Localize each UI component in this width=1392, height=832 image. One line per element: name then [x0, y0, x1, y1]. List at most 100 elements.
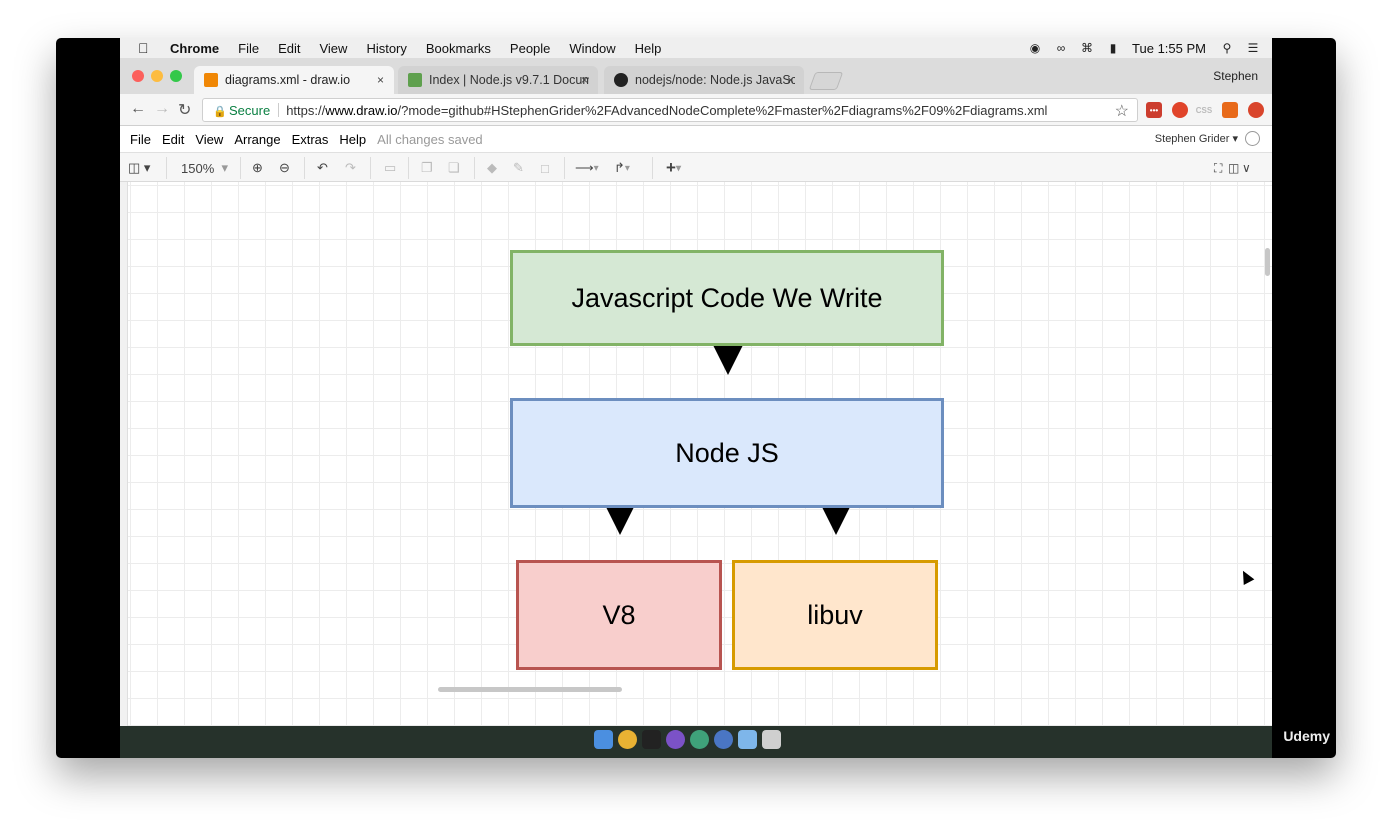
url-text[interactable]: https://www.draw.io/?mode=github#HStephe…	[286, 103, 1047, 118]
zoom-in-icon[interactable]: ⊕	[252, 159, 263, 177]
user-name: Stephen Grider	[1154, 133, 1230, 145]
menu-window[interactable]: Window	[569, 41, 615, 56]
language-globe-icon[interactable]	[1245, 131, 1260, 146]
shadow-icon[interactable]: □	[541, 159, 549, 177]
glasses-icon[interactable]: ∞	[1054, 41, 1068, 55]
node-label: V8	[602, 599, 636, 630]
github-favicon-icon	[614, 73, 628, 87]
diagram-canvas[interactable]: Javascript Code We Write Node JS V8 libu…	[120, 182, 1272, 726]
forward-icon[interactable]: →	[154, 100, 170, 118]
node-nodejs[interactable]: Node JS	[510, 398, 944, 508]
undo-icon[interactable]: ↶	[317, 159, 328, 177]
drawio-menu-help[interactable]: Help	[339, 132, 366, 147]
new-tab-button[interactable]	[808, 72, 844, 90]
node-v8[interactable]: V8	[516, 560, 722, 670]
chevron-down-icon: ▾	[221, 160, 229, 175]
node-label: Javascript Code We Write	[571, 282, 883, 313]
menu-history[interactable]: History	[366, 41, 406, 56]
fullscreen-icon[interactable]: ⛶	[1214, 159, 1222, 177]
wifi-icon[interactable]: ⌘	[1080, 41, 1094, 55]
spotlight-icon[interactable]: ⚲	[1220, 41, 1234, 55]
url-host: www.draw.io	[325, 102, 398, 118]
node-libuv[interactable]: libuv	[732, 560, 938, 670]
node-javascript-code[interactable]: Javascript Code We Write	[510, 250, 944, 346]
toolbar-divider	[474, 157, 475, 179]
split-panel-icon[interactable]: ◫	[1228, 159, 1239, 177]
insert-icon[interactable]: + ▾	[666, 158, 681, 177]
menu-people[interactable]: People	[510, 41, 550, 56]
drawio-menu-arrange[interactable]: Arrange	[234, 132, 280, 147]
collapse-icon[interactable]: ∨	[1242, 159, 1251, 177]
app-icon[interactable]	[690, 730, 709, 749]
save-status: All changes saved	[377, 131, 483, 147]
close-window-button[interactable]	[132, 70, 144, 82]
ublock-icon[interactable]	[1248, 102, 1264, 118]
vertical-scrollbar[interactable]	[1265, 248, 1270, 276]
secure-label: Secure	[229, 102, 271, 118]
connection-icon[interactable]: ⟶ ▾	[575, 159, 599, 177]
to-front-icon[interactable]: ❐	[421, 159, 433, 177]
zoom-select[interactable]: 150% ▾	[181, 159, 228, 177]
drawio-menu-file[interactable]: File	[130, 132, 151, 147]
drawio-menu-extras[interactable]: Extras	[292, 132, 329, 147]
tab-title: nodejs/node: Node.js JavaScri	[635, 73, 795, 87]
profile-name[interactable]: Stephen	[1213, 69, 1258, 83]
nodejs-favicon-icon	[408, 73, 422, 87]
format-panel-icon[interactable]: ◫ ▾	[128, 159, 150, 177]
apple-icon[interactable]: 	[138, 40, 156, 56]
line-color-icon[interactable]: ✎	[513, 159, 524, 177]
node-label: libuv	[807, 599, 863, 630]
menu-view[interactable]: View	[319, 41, 347, 56]
menu-chrome[interactable]: Chrome	[170, 41, 219, 56]
delete-icon[interactable]: ▭	[384, 159, 396, 177]
downloads-folder-icon[interactable]	[738, 730, 757, 749]
menu-file[interactable]: File	[238, 41, 259, 56]
lastpass-icon[interactable]: •••	[1146, 102, 1162, 118]
bookmark-star-icon[interactable]: ☆	[1115, 101, 1129, 121]
waypoints-icon[interactable]: ↱ ▾	[614, 159, 630, 177]
omnibox[interactable]: 🔒 Secure https://www.draw.io/?mode=githu…	[202, 98, 1138, 122]
zoom-window-button[interactable]	[170, 70, 182, 82]
toolbar-divider	[370, 157, 371, 179]
finder-icon[interactable]	[594, 730, 613, 749]
dock	[594, 730, 786, 749]
tab-github[interactable]: nodejs/node: Node.js JavaScri ×	[604, 66, 804, 94]
terminal-icon[interactable]	[642, 730, 661, 749]
menu-help[interactable]: Help	[635, 41, 662, 56]
atom-icon[interactable]	[666, 730, 685, 749]
tab-node-docs[interactable]: Index | Node.js v9.7.1 Documen ×	[398, 66, 598, 94]
drawio-menu-view[interactable]: View	[195, 132, 223, 147]
trash-icon[interactable]	[762, 730, 781, 749]
close-tab-icon[interactable]: ×	[787, 73, 794, 87]
toolbar-divider	[240, 157, 241, 179]
css-icon[interactable]: CSS	[1196, 102, 1212, 118]
drawio-toolbar: ◫ ▾ 150% ▾ ⊕ ⊖ ↶ ↷ ▭ ❐ ❏ ◆ ✎ □ ⟶ ▾ ↱ ▾ +…	[120, 152, 1272, 182]
notification-center-icon[interactable]: ☰	[1246, 41, 1260, 55]
user-menu[interactable]: Stephen Grider ▾	[1155, 132, 1238, 145]
menu-edit[interactable]: Edit	[278, 41, 300, 56]
redo-icon[interactable]: ↷	[345, 159, 356, 177]
drawio-menu-edit[interactable]: Edit	[162, 132, 184, 147]
tab-title: diagrams.xml - draw.io	[225, 73, 351, 87]
fox-icon[interactable]	[1222, 102, 1238, 118]
zoom-out-icon[interactable]: ⊖	[279, 159, 290, 177]
fill-color-icon[interactable]: ◆	[487, 159, 497, 177]
menu-clock[interactable]: Tue 1:55 PM	[1132, 41, 1206, 56]
minimize-window-button[interactable]	[151, 70, 163, 82]
quicktime-icon[interactable]	[714, 730, 733, 749]
menu-bookmarks[interactable]: Bookmarks	[426, 41, 491, 56]
reload-icon[interactable]: ↻	[178, 100, 191, 120]
chrome-icon[interactable]	[618, 730, 637, 749]
record-icon[interactable]: ◉	[1028, 41, 1042, 55]
node-label: Node JS	[675, 437, 779, 468]
drawio-menu-bar: File Edit View Arrange Extras Help All c…	[120, 126, 1272, 152]
close-tab-icon[interactable]: ×	[377, 73, 384, 87]
back-icon[interactable]: ←	[130, 100, 146, 118]
tab-drawio[interactable]: diagrams.xml - draw.io ×	[194, 66, 394, 94]
toolbar-divider	[408, 157, 409, 179]
close-tab-icon[interactable]: ×	[581, 73, 588, 87]
battery-icon[interactable]: ▮	[1106, 41, 1120, 55]
opera-icon[interactable]	[1172, 102, 1188, 118]
to-back-icon[interactable]: ❏	[448, 159, 460, 177]
horizontal-scrollbar[interactable]	[438, 687, 622, 692]
